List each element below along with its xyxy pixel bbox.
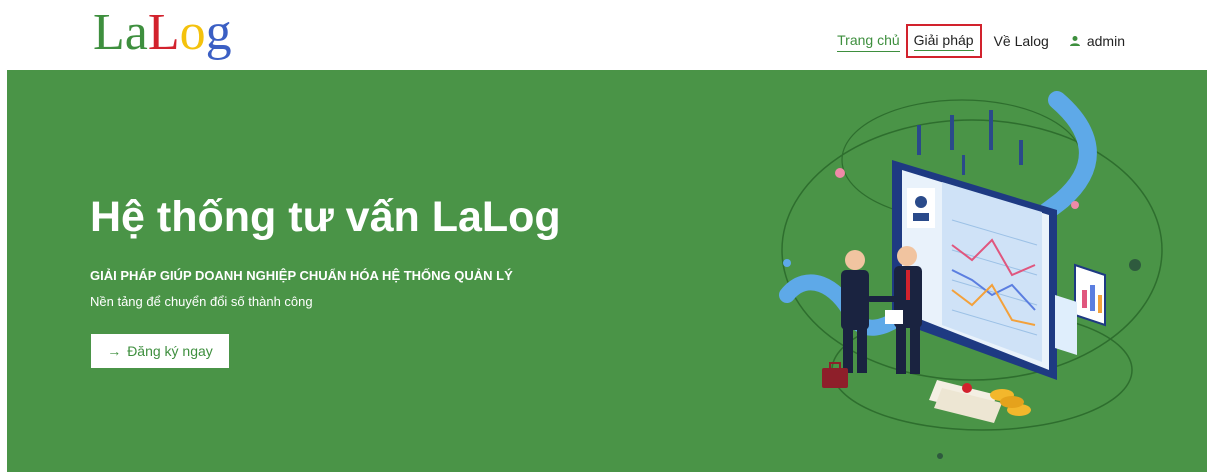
logo-letter: g [205,4,232,61]
site-header: LaLog Trang chủ Giải pháp Về Lalog admin [0,0,1207,70]
user-name: admin [1086,32,1125,49]
nav-about-link[interactable]: Về Lalog [994,31,1049,52]
main-nav: Trang chủ Giải pháp Về Lalog admin [825,24,1125,58]
arrow-right-icon: → [107,343,122,359]
nav-home-link[interactable]: Trang chủ [837,30,900,52]
logo-letter: a [124,4,148,61]
register-now-label: Đăng ký ngay [127,343,213,359]
nav-solutions-label: Giải pháp [913,32,974,51]
user-icon [1069,35,1080,46]
nav-user-menu[interactable]: admin [1069,31,1125,52]
logo-letter: L [147,4,180,61]
logo-letter: o [179,4,206,61]
business-illustration [779,91,1163,459]
hero-subtitle: GIẢI PHÁP GIÚP DOANH NGHIỆP CHUẨN HÓA HỆ… [90,268,513,283]
lalog-logo[interactable]: LaLog [93,2,232,64]
logo-letter: L [93,4,125,61]
register-now-button[interactable]: → Đăng ký ngay [91,334,229,368]
hero-description: Nền tảng để chuyển đổi số thành công [90,294,313,309]
hero-banner: Hệ thống tư vấn LaLog GIẢI PHÁP GIÚP DOA… [7,70,1207,472]
nav-solutions-link[interactable]: Giải pháp [905,24,982,58]
hero-title: Hệ thống tư vấn LaLog [90,193,561,241]
